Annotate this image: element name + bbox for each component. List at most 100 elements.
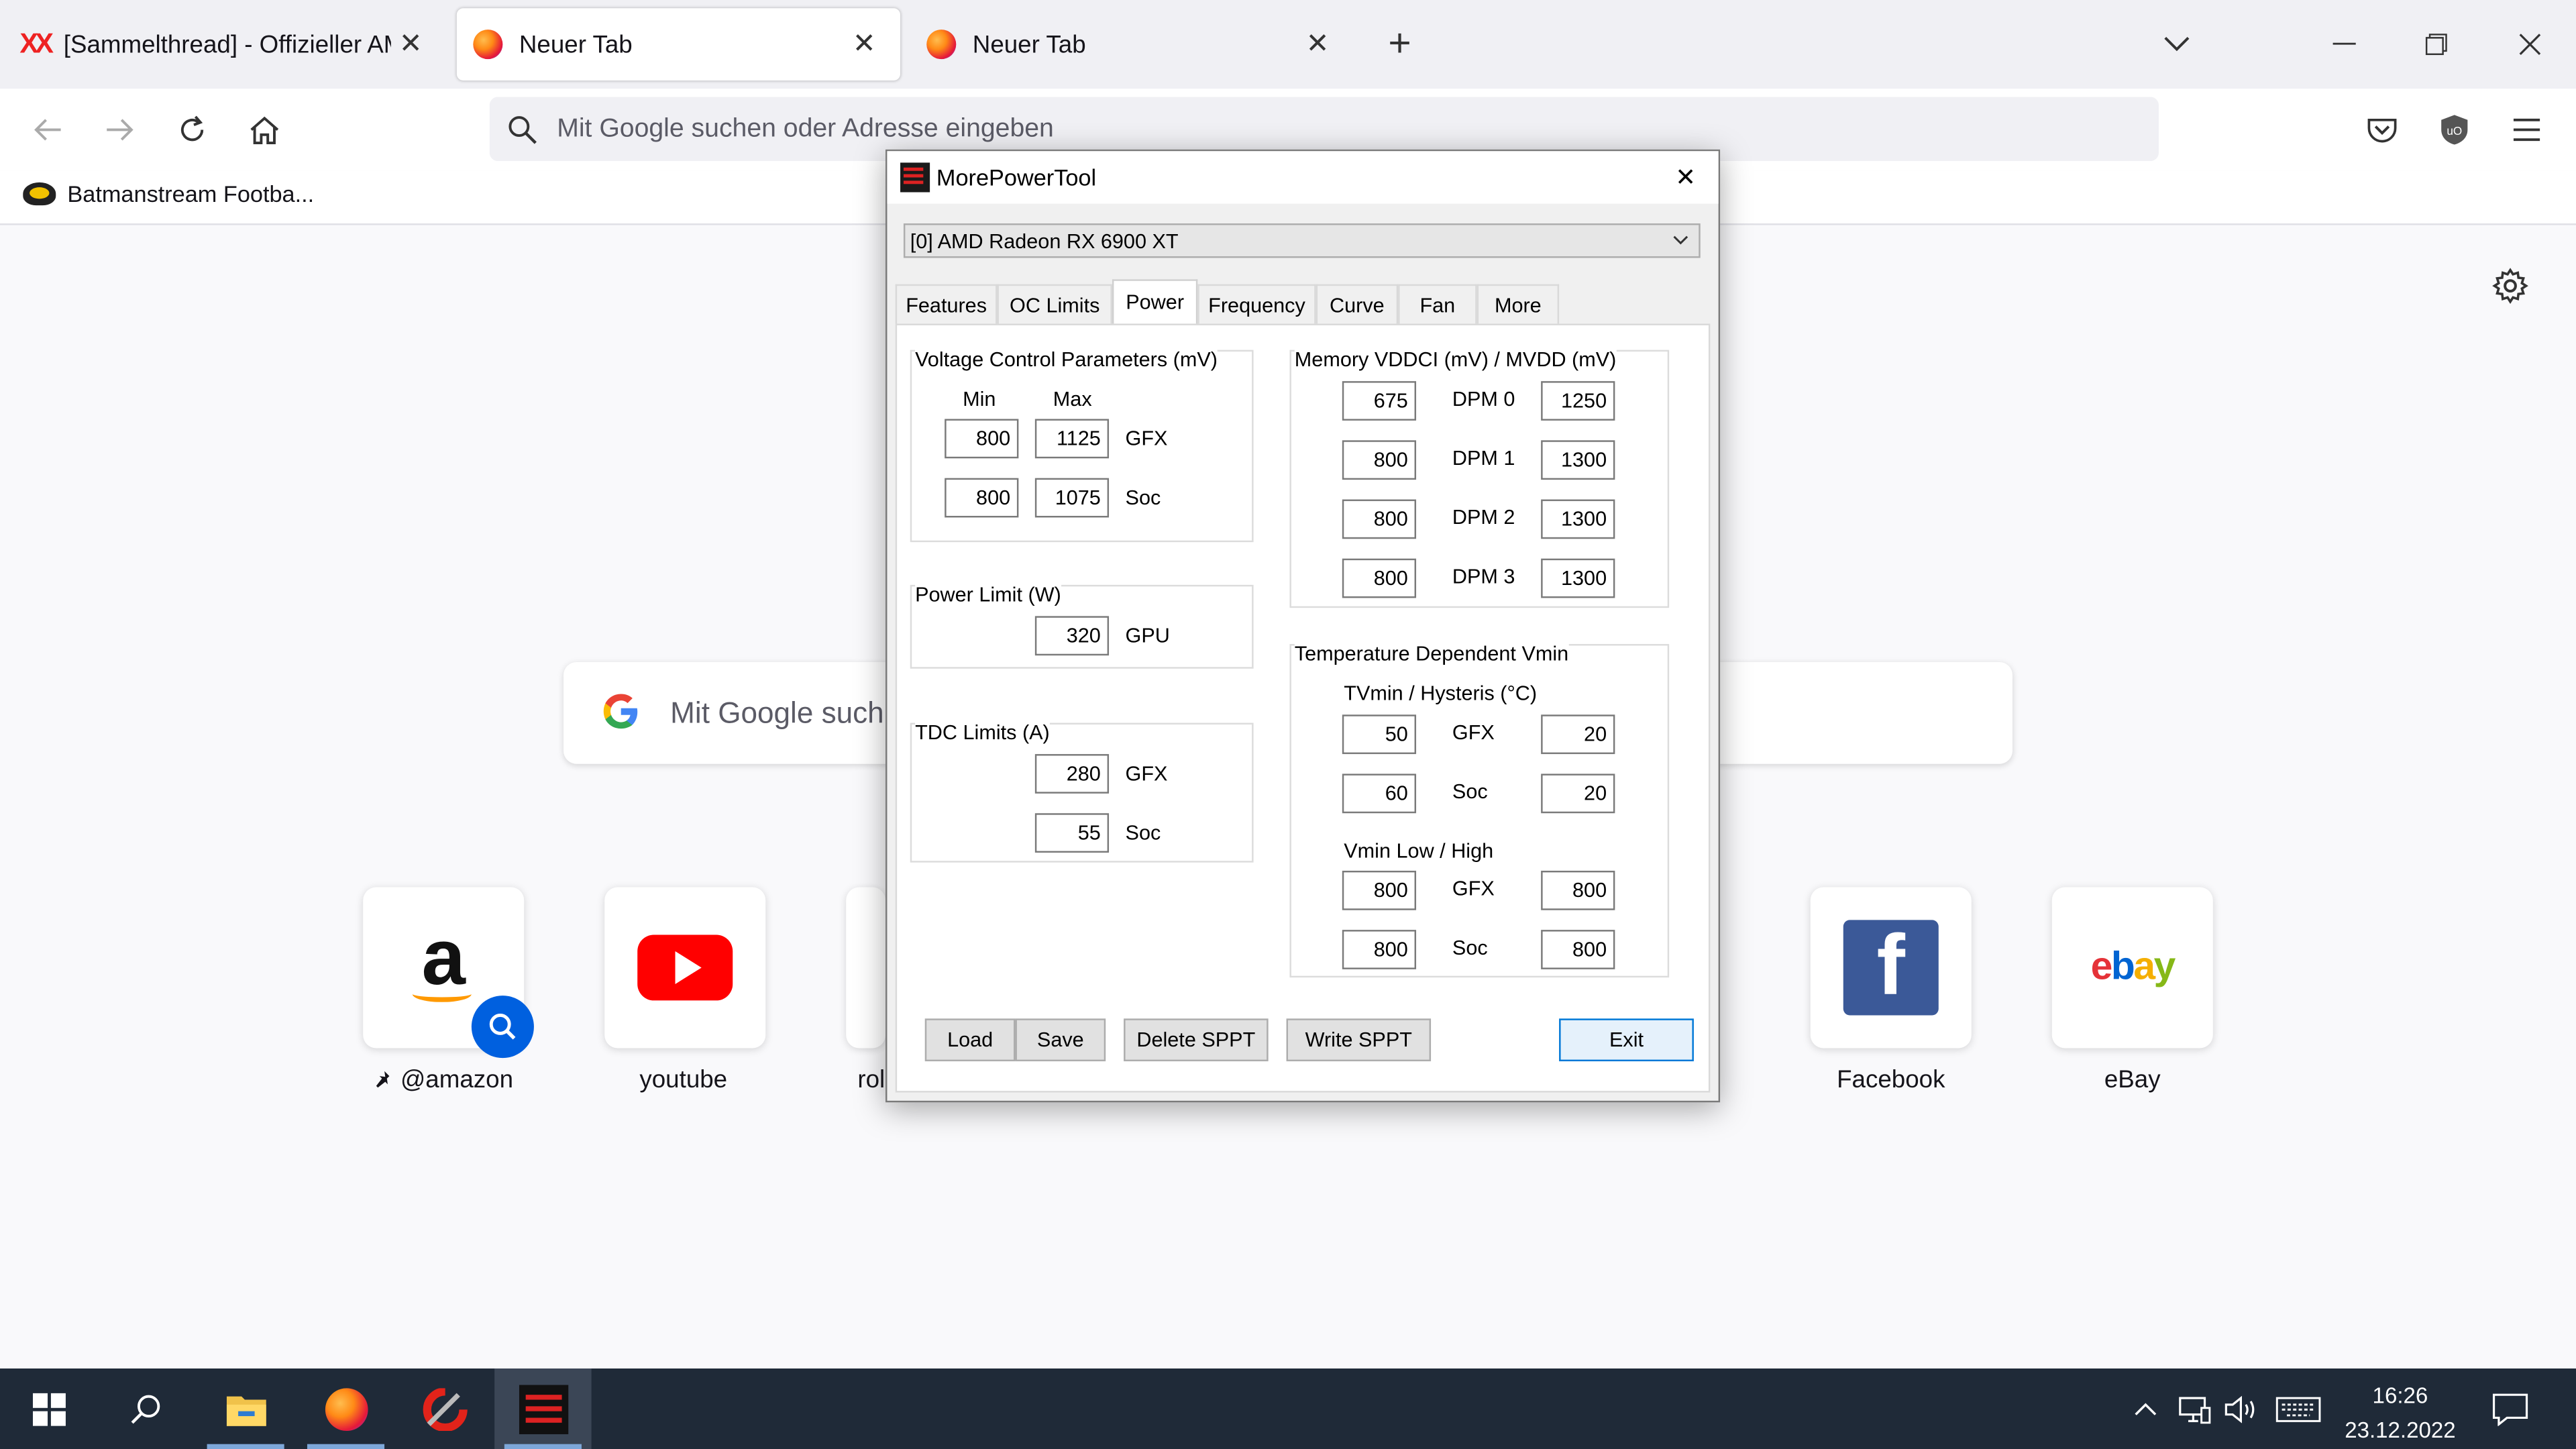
tab-neuer-tab[interactable]: Neuer Tab ✕ <box>910 8 1354 80</box>
memory-dpm3-vddci-field[interactable]: 800 <box>1342 558 1417 598</box>
home-icon[interactable] <box>240 105 289 154</box>
mpt-close-icon[interactable]: ✕ <box>1669 161 1702 194</box>
mpt-title-bar[interactable]: MorePowerTool ✕ <box>887 151 1719 204</box>
shortcut-tile-facebook[interactable]: f <box>1810 887 1972 1049</box>
memory-dpm2-label: DPM 2 <box>1452 506 1515 529</box>
file-explorer-icon[interactable] <box>197 1368 294 1449</box>
tile-label-youtube[interactable]: youtube <box>568 1066 798 1094</box>
tvmin-gfx-field[interactable]: 50 <box>1342 714 1417 755</box>
notification-center-icon[interactable] <box>2484 1368 2536 1449</box>
new-tab-button[interactable]: + <box>1377 19 1423 68</box>
vmin-gfx-label: GFX <box>1452 877 1495 901</box>
vmin-low-high-label: Vmin Low / High <box>1344 839 1494 863</box>
network-icon[interactable] <box>2172 1368 2218 1449</box>
write-sppt-button[interactable]: Write SPPT <box>1286 1018 1432 1062</box>
pocket-icon[interactable] <box>2357 105 2406 154</box>
list-all-tabs-chevron-icon[interactable] <box>2152 19 2201 68</box>
save-button[interactable]: Save <box>1015 1018 1106 1062</box>
vmin-high-gfx-field[interactable]: 800 <box>1541 870 1615 910</box>
reload-icon[interactable] <box>168 105 217 154</box>
memory-dpm0-mvdd-field[interactable]: 1250 <box>1541 381 1615 421</box>
memory-dpm2-mvdd-field[interactable]: 1300 <box>1541 499 1615 539</box>
power-tab-page: Voltage Control Parameters (mV) Min Max … <box>895 323 1711 1093</box>
memory-dpm1-vddci-field[interactable]: 800 <box>1342 440 1417 480</box>
vmin-high-soc-field[interactable]: 800 <box>1541 930 1615 969</box>
chevron-down-icon <box>1672 230 1688 250</box>
temp-vmin-title: Temperature Dependent Vmin <box>1294 642 1569 665</box>
tab-fan[interactable]: Fan <box>1398 284 1477 324</box>
clock-date: 23.12.2022 <box>2345 1417 2456 1443</box>
pin-icon <box>375 1071 389 1088</box>
morepowertool-taskbar-icon[interactable] <box>494 1368 592 1449</box>
firefox-taskbar-icon[interactable] <box>297 1368 394 1449</box>
close-tab-icon[interactable]: ✕ <box>1298 25 1338 64</box>
close-tab-icon[interactable]: ✕ <box>391 25 431 64</box>
memory-dpm1-mvdd-field[interactable]: 1300 <box>1541 440 1615 480</box>
vmin-low-soc-field[interactable]: 800 <box>1342 930 1417 969</box>
power-limit-gpu-field[interactable]: 320 <box>1034 616 1110 656</box>
restore-icon[interactable] <box>2412 19 2461 68</box>
search-icon <box>508 115 537 144</box>
tab-sammelthread[interactable]: XX [Sammelthread] - Offizieller AM ✕ <box>3 8 447 80</box>
tab-frequency[interactable]: Frequency <box>1197 284 1316 324</box>
close-window-icon[interactable] <box>2506 19 2555 68</box>
close-tab-icon[interactable]: ✕ <box>845 25 884 64</box>
voltage-max-label: Max <box>1053 387 1092 411</box>
tile-label-partial[interactable]: rol <box>846 1066 885 1094</box>
memory-group-title: Memory VDDCI (mV) / MVDD (mV) <box>1294 348 1617 372</box>
gpu-select[interactable]: [0] AMD Radeon RX 6900 XT <box>903 223 1701 258</box>
hysteresis-gfx-field[interactable]: 20 <box>1541 714 1615 755</box>
tab-features[interactable]: Features <box>895 284 998 324</box>
tab-more[interactable]: More <box>1477 284 1560 324</box>
memory-dpm0-label: DPM 0 <box>1452 387 1515 411</box>
shortcut-tile-ebay[interactable]: ebay <box>2051 887 2213 1049</box>
voltage-gfx-min-field[interactable]: 800 <box>945 419 1019 459</box>
back-arrow-icon[interactable] <box>23 105 72 154</box>
taskbar-search-icon[interactable] <box>97 1368 193 1449</box>
memory-dpm1-label: DPM 1 <box>1452 447 1515 470</box>
tdc-soc-field[interactable]: 55 <box>1034 813 1110 853</box>
shortcut-tile-partial[interactable] <box>846 887 886 1049</box>
voltage-soc-min-field[interactable]: 800 <box>945 478 1019 518</box>
tile-label-ebay[interactable]: eBay <box>2017 1066 2247 1094</box>
memory-dpm3-mvdd-field[interactable]: 1300 <box>1541 558 1615 598</box>
ublock-shield-icon[interactable]: uO <box>2430 105 2479 154</box>
settings-gear-icon[interactable] <box>2492 268 2535 311</box>
hamburger-menu-icon[interactable] <box>2502 105 2551 154</box>
voltage-soc-max-field[interactable]: 1075 <box>1034 478 1110 518</box>
amazon-search-badge-icon[interactable] <box>471 996 534 1059</box>
tab-neuer-tab-active[interactable]: Neuer Tab ✕ <box>456 8 901 81</box>
tab-curve[interactable]: Curve <box>1316 284 1399 324</box>
hysteresis-soc-field[interactable]: 20 <box>1541 773 1615 814</box>
vmin-low-gfx-field[interactable]: 800 <box>1342 870 1417 910</box>
bookmark-batmanstream[interactable]: Batmanstream Footba... <box>23 180 314 207</box>
tab-oc-limits[interactable]: OC Limits <box>997 284 1112 324</box>
minimize-icon[interactable] <box>2320 19 2369 68</box>
firefox-favicon-icon <box>926 30 957 60</box>
exit-button[interactable]: Exit <box>1559 1018 1694 1062</box>
tile-label-facebook[interactable]: Facebook <box>1776 1066 2006 1094</box>
forward-arrow-icon[interactable] <box>95 105 144 154</box>
firefox-favicon-icon <box>473 30 503 60</box>
memory-dpm0-vddci-field[interactable]: 675 <box>1342 381 1417 421</box>
tvmin-soc-field[interactable]: 60 <box>1342 773 1417 814</box>
ccleaner-icon[interactable] <box>396 1368 492 1449</box>
tvmin-soc-label: Soc <box>1452 780 1488 804</box>
delete-sppt-button[interactable]: Delete SPPT <box>1124 1018 1269 1062</box>
volume-speaker-icon[interactable] <box>2220 1368 2266 1449</box>
keyboard-icon[interactable] <box>2270 1368 2326 1449</box>
taskbar-clock[interactable]: 16:26 23.12.2022 <box>2330 1379 2471 1448</box>
tile-label-amazon[interactable]: @amazon <box>329 1066 559 1094</box>
voltage-gfx-max-field[interactable]: 1125 <box>1034 419 1110 459</box>
memory-dpm2-vddci-field[interactable]: 800 <box>1342 499 1417 539</box>
facebook-logo-icon: f <box>1843 920 1939 1016</box>
show-hidden-icons-chevron-icon[interactable] <box>2125 1368 2167 1449</box>
tdc-gfx-field[interactable]: 280 <box>1034 754 1110 794</box>
load-button[interactable]: Load <box>924 1018 1016 1062</box>
tdc-gfx-label: GFX <box>1125 762 1168 786</box>
shortcut-tile-youtube[interactable] <box>604 887 766 1049</box>
clock-time: 16:26 <box>2372 1383 2428 1408</box>
start-windows-icon[interactable] <box>0 1368 97 1449</box>
voltage-group-title: Voltage Control Parameters (mV) <box>915 348 1218 372</box>
tab-power[interactable]: Power <box>1112 279 1198 324</box>
